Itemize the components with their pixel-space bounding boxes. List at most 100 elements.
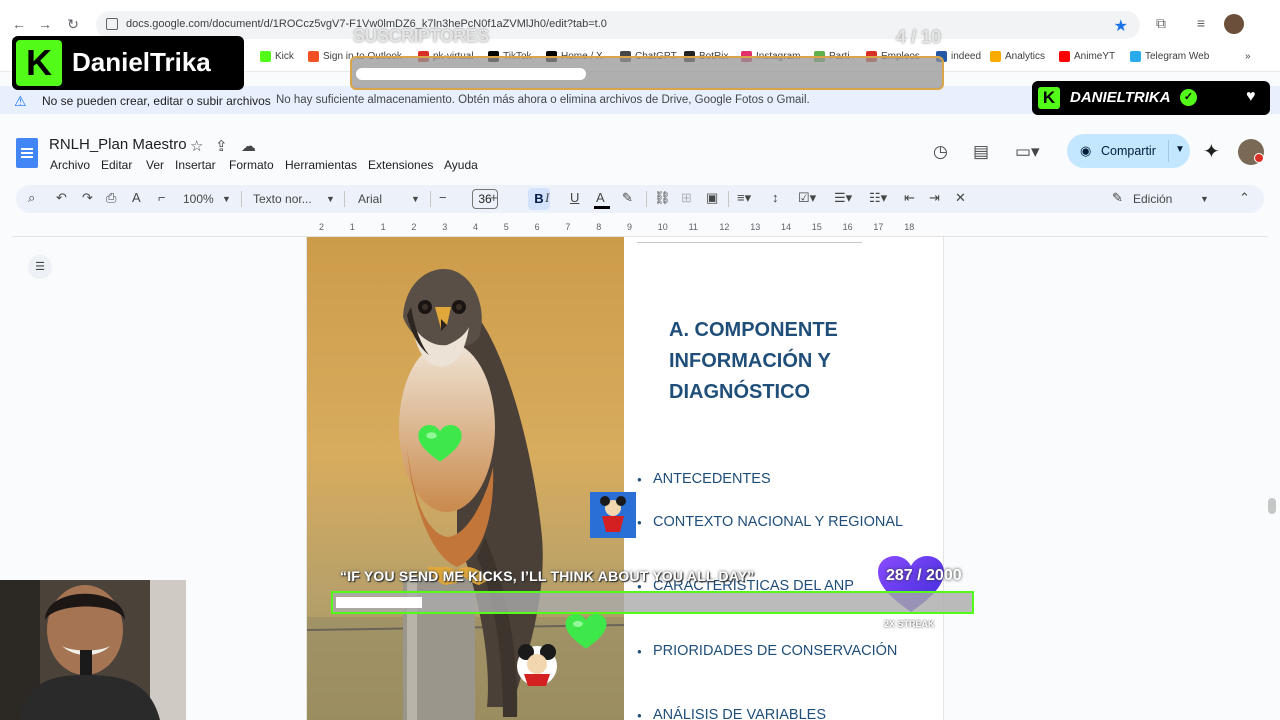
list-item: CONTEXTO NACIONAL Y REGIONAL	[637, 512, 913, 534]
reload-icon[interactable]: ↻	[64, 15, 82, 33]
text-color-icon[interactable]: A	[596, 190, 605, 205]
green-heart-icon	[418, 425, 462, 462]
redo-icon[interactable]: ↷	[82, 190, 93, 206]
subscribers-goal-bar	[350, 56, 944, 90]
horizontal-ruler[interactable]: 2 1 1 2 3 4 5 6 7 8 9 10 11 12 13 14 15 16 17 18	[307, 222, 943, 236]
forward-icon[interactable]: →	[36, 15, 54, 33]
editing-mode-select[interactable]: Edición	[1133, 192, 1172, 206]
outline-icon[interactable]: ☰	[28, 255, 52, 279]
bookmark-label: indeed	[951, 51, 982, 62]
paint-format-icon[interactable]: ⌐	[158, 190, 166, 205]
ruler-tick-label: 16	[842, 222, 853, 232]
search-menus-icon[interactable]: ⌕	[28, 190, 35, 206]
cloud-status-icon[interactable]: ☁	[241, 137, 256, 155]
list-item: PRIORIDADES DE CONSERVACIÓN	[637, 641, 913, 663]
list-item: ANTECEDENTES	[637, 469, 913, 491]
ruler-tick-label: 6	[534, 222, 540, 232]
meet-icon[interactable]: ▭▾	[1015, 142, 1040, 162]
align-icon[interactable]: ≡▾	[737, 190, 751, 206]
kicks-goal-text: “IF YOU SEND ME KICKS, I’LL THINK ABOUT …	[340, 568, 755, 584]
bookmark-label: Analytics	[1005, 51, 1046, 62]
docs-logo-icon[interactable]	[16, 138, 38, 168]
image-icon[interactable]: ▣	[706, 190, 718, 206]
line-spacing-icon[interactable]: ↕	[772, 190, 779, 205]
toolbar-divider	[646, 191, 647, 207]
menu-herramientas[interactable]: Herramientas	[285, 158, 357, 172]
ruler-tick-label: 12	[719, 222, 730, 232]
star-icon[interactable]: ☆	[190, 137, 203, 155]
document-page[interactable]: A. COMPONENTE INFORMACIÓN Y DIAGNÓSTICO …	[307, 237, 943, 720]
address-bar[interactable]: docs.google.com/document/d/1ROCcz5vgV7-F…	[96, 11, 1140, 39]
ruler-tick-label: 13	[750, 222, 761, 232]
streamer-badge: K DANIELTRIKA ✓ ♥	[1032, 81, 1270, 115]
style-select[interactable]: Texto nor...	[253, 192, 312, 206]
decrease-size-icon[interactable]: −	[439, 190, 447, 205]
ruler-tick-label: 11	[688, 222, 698, 232]
ruler-tick-label: 8	[596, 222, 602, 232]
document-title[interactable]: RNLH_Plan Maestro	[49, 136, 187, 153]
pencil-icon[interactable]: ✎	[1112, 190, 1123, 206]
underline-button[interactable]: U	[570, 190, 579, 205]
chevron-down-icon[interactable]: ▼	[1200, 194, 1209, 204]
bookmark-item[interactable]: AnimeYT	[1059, 51, 1115, 62]
bookmark-item[interactable]: Analytics	[990, 51, 1045, 62]
ruler-tick-label: 9	[627, 222, 633, 232]
undo-icon[interactable]: ↶	[56, 190, 67, 206]
streak-label: 2X STREAK	[884, 619, 935, 629]
subscribers-progress-fill	[356, 68, 586, 80]
highlight-icon[interactable]: ✎	[622, 190, 633, 206]
add-comment-icon[interactable]: ⊞	[681, 190, 692, 206]
menu-extensiones[interactable]: Extensiones	[368, 158, 433, 172]
warning-title: No se pueden crear, editar o subir archi…	[42, 94, 271, 108]
header-line	[637, 242, 862, 243]
decrease-indent-icon[interactable]: ⇤	[904, 190, 915, 206]
italic-button[interactable]: I	[545, 190, 549, 206]
link-icon[interactable]: ⛓	[654, 190, 671, 206]
increase-size-icon[interactable]: +	[490, 190, 498, 205]
collapse-menu-icon[interactable]: ⌃	[1239, 190, 1250, 206]
chevron-down-icon[interactable]: ▼	[222, 194, 231, 204]
streamer-logo: K DanielTrika	[12, 36, 244, 90]
increase-indent-icon[interactable]: ⇥	[929, 190, 940, 206]
bookmark-star-icon[interactable]: ★	[1114, 16, 1128, 36]
back-icon[interactable]: ←	[10, 15, 28, 33]
zoom-select[interactable]: 100%	[183, 192, 214, 206]
menu-insertar[interactable]: Insertar	[175, 158, 216, 172]
scrollbar[interactable]	[1268, 498, 1276, 514]
print-icon[interactable]: ⎙	[106, 190, 116, 206]
webcam-feed	[0, 580, 186, 720]
menu-formato[interactable]: Formato	[229, 158, 274, 172]
profile-avatar[interactable]	[1224, 14, 1244, 34]
share-button[interactable]: ◉ Compartir ▼	[1067, 134, 1190, 168]
warning-message[interactable]: No hay suficiente almacenamiento. Obtén …	[276, 94, 810, 106]
ruler-tick-label: 15	[811, 222, 822, 232]
more-bookmarks-icon[interactable]: »	[1245, 51, 1251, 62]
site-info-icon[interactable]	[106, 18, 118, 30]
menu-ayuda[interactable]: Ayuda	[444, 158, 478, 172]
spellcheck-icon[interactable]: A	[132, 190, 141, 205]
bookmark-favicon-icon	[990, 51, 1001, 62]
media-icon[interactable]: ≡	[1192, 15, 1210, 33]
chevron-down-icon[interactable]: ▼	[1175, 144, 1185, 155]
checklist-icon[interactable]: ☑▾	[798, 190, 816, 206]
numbered-list-icon[interactable]: ☷▾	[869, 190, 887, 206]
bookmark-favicon-icon	[1059, 51, 1070, 62]
menu-archivo[interactable]: Archivo	[50, 158, 90, 172]
menu-ver[interactable]: Ver	[146, 158, 164, 172]
clear-formatting-icon[interactable]: ✕	[955, 190, 966, 206]
ruler-tick-label: 18	[904, 222, 915, 232]
version-history-icon[interactable]: ◷	[933, 142, 948, 162]
menu-editar[interactable]: Editar	[101, 158, 132, 172]
notification-badge	[1254, 153, 1264, 163]
chevron-down-icon[interactable]: ▼	[326, 194, 335, 204]
bookmark-item[interactable]: Telegram Web	[1130, 51, 1209, 62]
comments-icon[interactable]: ▤	[973, 142, 989, 162]
bulleted-list-icon[interactable]: ☰▾	[834, 190, 852, 206]
bookmark-item[interactable]: Kick	[260, 51, 294, 62]
move-icon[interactable]: ⇪	[215, 137, 228, 155]
ruler-tick-label: 2	[411, 222, 417, 232]
font-select[interactable]: Arial	[358, 192, 382, 206]
gemini-icon[interactable]: ✦	[1203, 139, 1220, 164]
extensions-icon[interactable]: ⧉	[1152, 15, 1170, 33]
chevron-down-icon[interactable]: ▼	[411, 194, 420, 204]
